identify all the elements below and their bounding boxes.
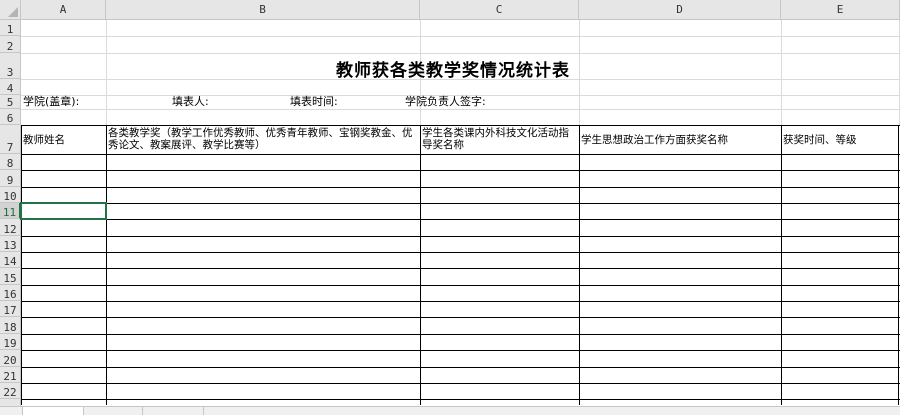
row-header-active[interactable]: 11	[0, 203, 21, 219]
column-header-a[interactable]: A	[21, 0, 106, 20]
row-header[interactable]: 16	[0, 285, 21, 301]
table-border	[21, 154, 900, 155]
row-header[interactable]: 12	[0, 219, 21, 236]
gridline	[781, 20, 782, 125]
row-header[interactable]: 17	[0, 301, 21, 317]
sheet-title: 教师获各类教学奖情况统计表	[336, 61, 570, 81]
select-all-icon	[8, 7, 18, 17]
column-header-b[interactable]: B	[106, 0, 420, 20]
table-border	[21, 125, 22, 405]
select-all-corner[interactable]	[0, 0, 21, 20]
column-header-e[interactable]: E	[781, 0, 900, 20]
table-border	[21, 236, 900, 237]
sheet-tab-bar	[0, 406, 900, 415]
sheet-tab[interactable]	[142, 407, 204, 415]
row-header[interactable]: 4	[0, 79, 21, 95]
table-border	[21, 350, 900, 351]
fill-time-label: 填表时间:	[290, 95, 338, 108]
table-border	[781, 125, 782, 405]
header-award-time-grade: 获奖时间、等级	[783, 134, 857, 146]
table-border	[106, 125, 107, 405]
row-header[interactable]: 21	[0, 367, 21, 383]
header-teacher-name: 教师姓名	[23, 134, 65, 146]
table-border	[21, 367, 900, 368]
sheet-tab[interactable]	[22, 407, 84, 415]
column-header-d[interactable]: D	[579, 0, 781, 20]
gridline	[21, 109, 900, 110]
leader-sign-label: 学院负责人签字:	[405, 95, 486, 108]
row-header[interactable]: 8	[0, 154, 21, 170]
table-border	[21, 285, 900, 286]
row-header[interactable]: 13	[0, 236, 21, 252]
table-border	[21, 252, 900, 253]
row-header[interactable]: 7	[0, 125, 21, 154]
filler-label: 填表人:	[172, 95, 209, 108]
table-border	[21, 170, 900, 171]
row-header[interactable]: 19	[0, 334, 21, 350]
table-border	[21, 203, 900, 204]
row-header[interactable]: 2	[0, 36, 21, 53]
table-border	[21, 334, 900, 335]
row-header[interactable]: 18	[0, 317, 21, 334]
row-header[interactable]: 15	[0, 268, 21, 285]
column-header-c[interactable]: C	[420, 0, 579, 20]
header-teaching-awards: 各类教学奖（教学工作优秀教师、优秀青年教师、宝钢奖教金、优秀论文、教案展评、教学…	[108, 127, 413, 151]
row-header[interactable]: 9	[0, 170, 21, 187]
row-header[interactable]: 14	[0, 252, 21, 268]
gridline	[21, 36, 900, 37]
table-border	[579, 125, 580, 405]
table-border	[21, 125, 900, 126]
spreadsheet: A B C D E 1 2 3 4 5 6 7 8 9 10 11 12 13 …	[0, 0, 900, 415]
header-student-guidance-awards: 学生各类课内外科技文化活动指导奖名称	[422, 127, 569, 151]
table-border	[21, 268, 900, 269]
row-header[interactable]: 3	[0, 53, 21, 79]
table-border	[21, 219, 900, 220]
header-ideological-work-awards: 学生思想政治工作方面获奖名称	[581, 134, 728, 146]
table-border	[21, 301, 900, 302]
row-header[interactable]: 22	[0, 383, 21, 399]
table-border	[898, 125, 899, 405]
row-header[interactable]: 10	[0, 187, 21, 203]
row-header[interactable]: 5	[0, 95, 21, 109]
row-header[interactable]: 1	[0, 20, 21, 36]
gridline	[21, 53, 900, 54]
table-border	[21, 399, 900, 400]
active-cell[interactable]	[20, 202, 107, 220]
table-border	[21, 187, 900, 188]
table-border	[21, 317, 900, 318]
row-header[interactable]: 20	[0, 350, 21, 367]
table-border	[21, 383, 900, 384]
gridline	[106, 20, 107, 125]
college-seal-label: 学院(盖章):	[23, 95, 80, 108]
row-header[interactable]: 6	[0, 109, 21, 125]
gridline	[579, 20, 580, 125]
table-border	[420, 125, 421, 405]
